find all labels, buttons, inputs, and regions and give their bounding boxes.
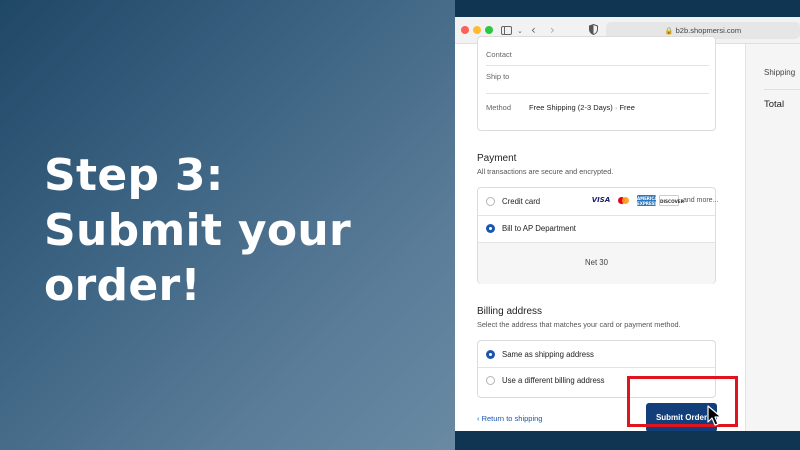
checkout-main: Contact Ship to Method Free Shipping (2-… (455, 36, 745, 431)
divider (486, 93, 709, 94)
background-band-top (455, 0, 800, 17)
zoom-window-button[interactable] (485, 26, 493, 34)
amex-logo: AMERICAN EXPRESS (637, 195, 661, 206)
mastercard-logo (615, 195, 633, 206)
credit-card-label: Credit card (502, 197, 541, 206)
more-cards-text: and more... (683, 197, 719, 204)
forward-arrow-icon[interactable]: › (550, 23, 555, 37)
different-address-label: Use a different billing address (502, 376, 605, 385)
headline-line: order! (44, 260, 201, 311)
close-window-button[interactable] (461, 26, 469, 34)
return-to-shipping-link[interactable]: ‹ Return to shipping (477, 414, 542, 423)
mouse-cursor-icon (707, 405, 722, 426)
bill-ap-radio[interactable] (486, 224, 495, 233)
billing-title: Billing address (477, 306, 543, 317)
slide-background: Step 3: Submit your order! (0, 0, 455, 450)
url-text: b2b.shopmersi.com (675, 26, 742, 35)
credit-card-radio[interactable] (486, 197, 495, 206)
return-link-label: Return to shipping (481, 414, 543, 423)
same-address-label: Same as shipping address (502, 350, 594, 359)
headline-line: Submit your (44, 205, 352, 256)
method-value: Free Shipping (2-3 Days) · Free (529, 103, 635, 112)
contact-label: Contact (486, 50, 512, 59)
divider (764, 89, 800, 90)
payment-options: Credit card VISA AMERICAN EXPRESS DISCOV… (477, 187, 719, 284)
discover-logo: DISCOVER (659, 195, 684, 206)
different-address-radio[interactable] (486, 376, 495, 385)
billing-subtitle: Select the address that matches your car… (477, 320, 681, 329)
step-headline: Step 3: Submit your order! (44, 148, 424, 313)
browser-window: ⌄ ‹ › 🔒 b2b.shopmersi.com Contact Ship to… (455, 17, 800, 431)
lock-icon: 🔒 (664, 28, 674, 35)
sidebar-total-label: Total (764, 99, 785, 110)
headline-line: Step 3: (44, 150, 224, 201)
payment-option-bill-ap[interactable]: Bill to AP Department (478, 216, 715, 242)
back-arrow-icon[interactable]: ‹ (531, 23, 536, 37)
bill-ap-label: Bill to AP Department (502, 224, 576, 233)
payment-title: Payment (477, 153, 517, 164)
payment-terms: Net 30 (585, 258, 608, 267)
ship-to-label: Ship to (486, 72, 510, 81)
same-address-radio[interactable] (486, 350, 495, 359)
payment-subtitle: All transactions are secure and encrypte… (477, 167, 614, 176)
minimize-window-button[interactable] (473, 26, 481, 34)
sidebar-toggle-icon[interactable] (501, 26, 512, 35)
divider (486, 65, 709, 66)
method-label: Method (486, 103, 512, 112)
background-band-bottom (455, 431, 800, 450)
order-summary-box: Contact Ship to Method Free Shipping (2-… (477, 36, 716, 131)
order-sidebar: Shipping Total (745, 44, 800, 431)
billing-option-same[interactable]: Same as shipping address (478, 341, 715, 367)
payment-terms-panel: Net 30 (478, 243, 715, 284)
payment-option-credit-card[interactable]: Credit card VISA AMERICAN EXPRESS DISCOV… (478, 188, 719, 215)
sidebar-shipping-label: Shipping (764, 68, 796, 77)
visa-logo: VISA (591, 196, 611, 204)
checkout-page: Contact Ship to Method Free Shipping (2-… (455, 36, 800, 431)
